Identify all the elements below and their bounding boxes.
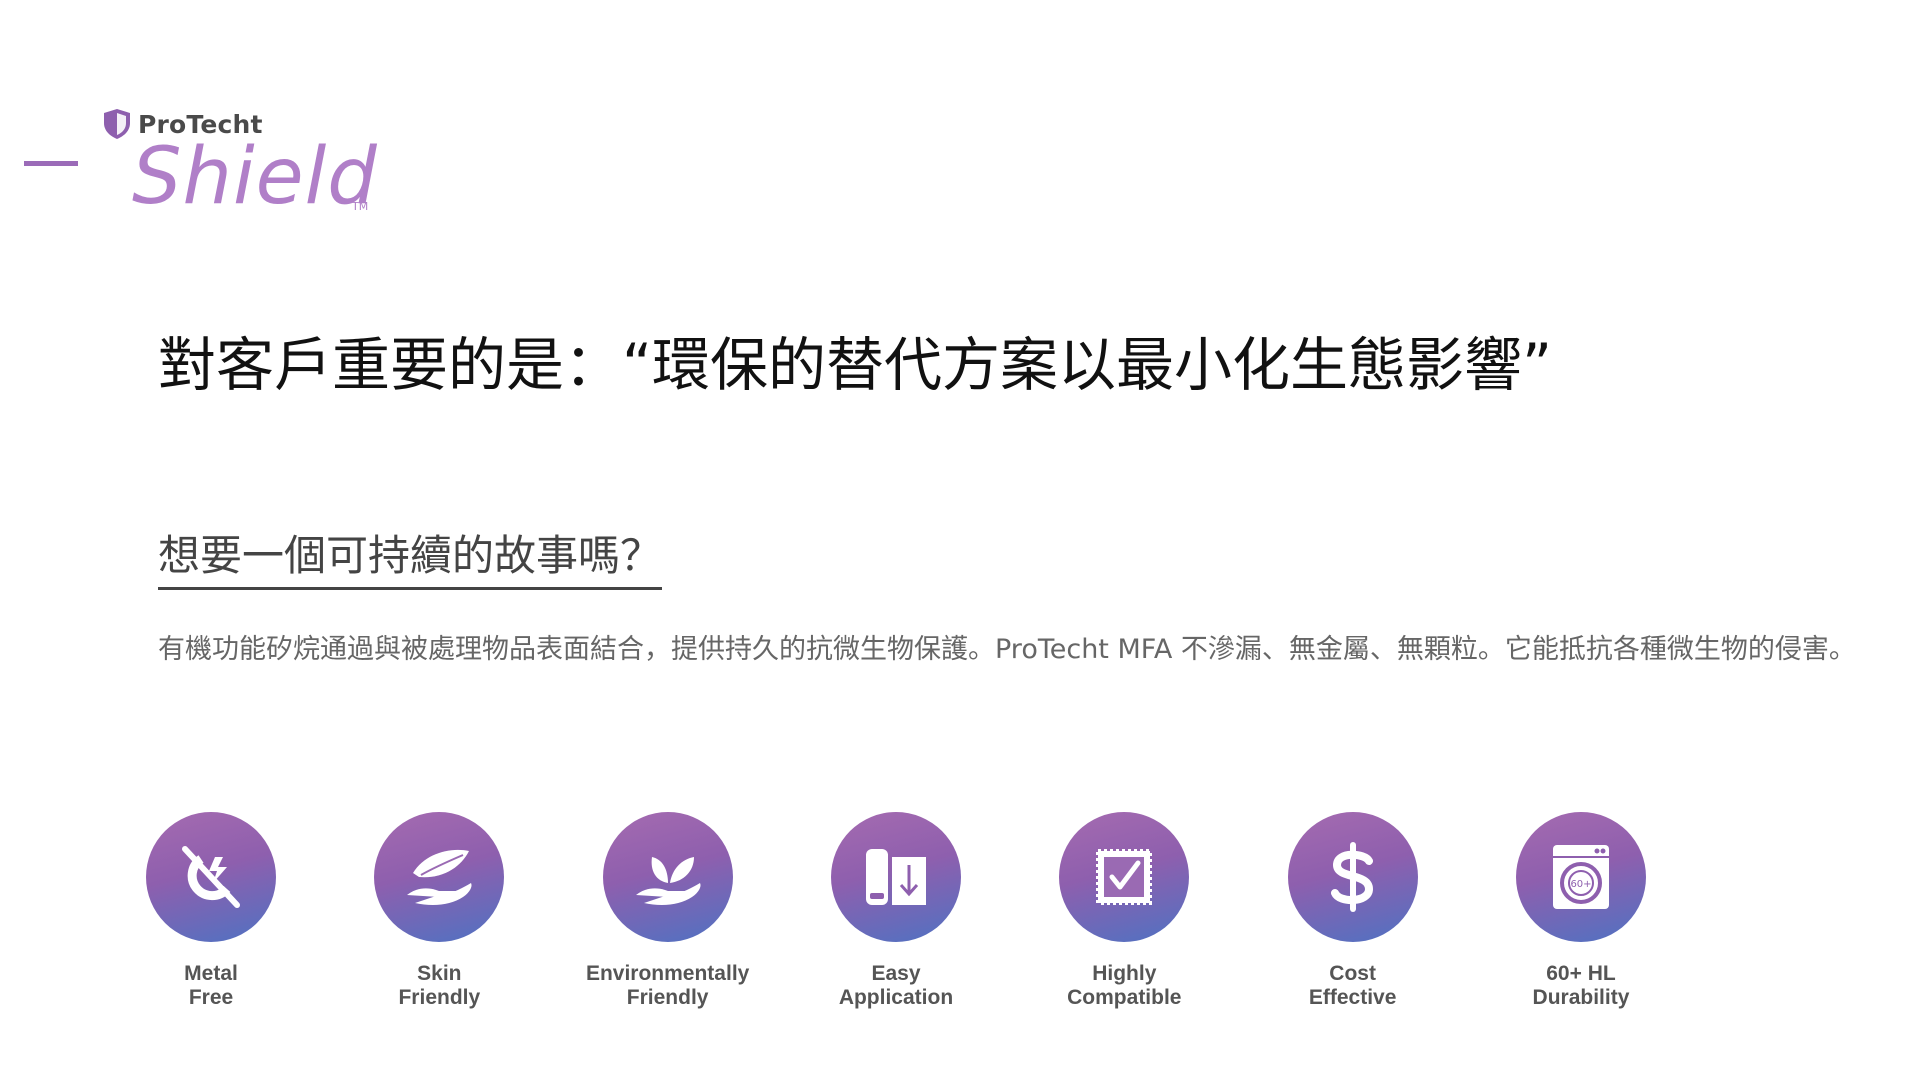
- body-paragraph: 有機功能矽烷通過與被處理物品表面結合，提供持久的抗微生物保護。ProTecht …: [158, 634, 1856, 665]
- cost-effective-icon: [1330, 842, 1373, 912]
- easy-application-icon: [865, 849, 926, 905]
- eco-friendly-icon: [635, 857, 701, 905]
- feature-icon-circle: [146, 812, 276, 942]
- feature-label: Highly Compatible: [1067, 962, 1181, 1010]
- feature-label-line1: Metal: [184, 962, 238, 985]
- feature-environmentally-friendly: Environmentally Friendly: [583, 812, 753, 1032]
- protecht-shield-logo: ProTecht Shield TM: [102, 108, 382, 218]
- metal-free-icon: [182, 846, 240, 908]
- skin-friendly-icon: [407, 849, 472, 905]
- feature-label: Easy Application: [839, 962, 953, 1010]
- feature-cost-effective: Cost Effective: [1268, 812, 1438, 1032]
- feature-icon-circle: [1059, 812, 1190, 942]
- feature-label: Cost Effective: [1309, 962, 1397, 1010]
- feature-icon-circle: 60+: [1515, 812, 1646, 942]
- feature-label-line1: Environmentally: [585, 962, 750, 985]
- feature-label-line2: Durability: [1532, 986, 1630, 1009]
- feature-durability: 60+ 60+ HL Durability: [1496, 812, 1666, 1032]
- feature-label-line2: Friendly: [398, 986, 481, 1009]
- feature-label: 60+ HL Durability: [1533, 962, 1630, 1010]
- feature-skin-friendly: Skin Friendly: [354, 812, 524, 1032]
- feature-label-line1: 60+ HL: [1546, 962, 1616, 985]
- shield-icon: [104, 109, 130, 139]
- feature-label-line1: Highly: [1092, 962, 1157, 985]
- logo-product-name: Shield: [132, 132, 378, 222]
- accent-dash: [24, 161, 78, 166]
- feature-label-line2: Compatible: [1067, 986, 1182, 1009]
- feature-label-line2: Friendly: [626, 986, 709, 1009]
- feature-label-line1: Skin: [417, 962, 462, 985]
- feature-icon-circle: [830, 812, 961, 942]
- logo-trademark: TM: [352, 200, 369, 213]
- compatible-icon: [1096, 849, 1153, 905]
- headline: 對客戶重要的是：“環保的替代方案以最小化生態影響”: [158, 331, 1553, 399]
- feature-label-line1: Easy: [871, 962, 921, 985]
- feature-label-line2: Application: [838, 986, 954, 1009]
- feature-list: Metal Free Skin Friendly Environmentally: [126, 812, 1666, 1032]
- feature-icon-circle: [374, 812, 505, 942]
- durability-icon: 60+: [1552, 845, 1609, 909]
- feature-metal-free: Metal Free: [126, 812, 296, 1032]
- feature-label: Environmentally Friendly: [586, 962, 749, 1010]
- feature-label-line2: Free: [188, 986, 234, 1009]
- feature-label: Skin Friendly: [398, 962, 480, 1010]
- feature-icon-circle: [602, 812, 733, 942]
- feature-label-line1: Cost: [1329, 962, 1376, 985]
- feature-label-line2: Effective: [1308, 986, 1397, 1009]
- durability-badge-text: 60+: [1570, 879, 1591, 890]
- subheading: 想要一個可持續的故事嗎？: [158, 522, 663, 590]
- feature-highly-compatible: Highly Compatible: [1039, 812, 1209, 1032]
- feature-easy-application: Easy Application: [811, 812, 981, 1032]
- feature-label: Metal Free: [184, 962, 238, 1010]
- feature-icon-circle: [1287, 812, 1418, 942]
